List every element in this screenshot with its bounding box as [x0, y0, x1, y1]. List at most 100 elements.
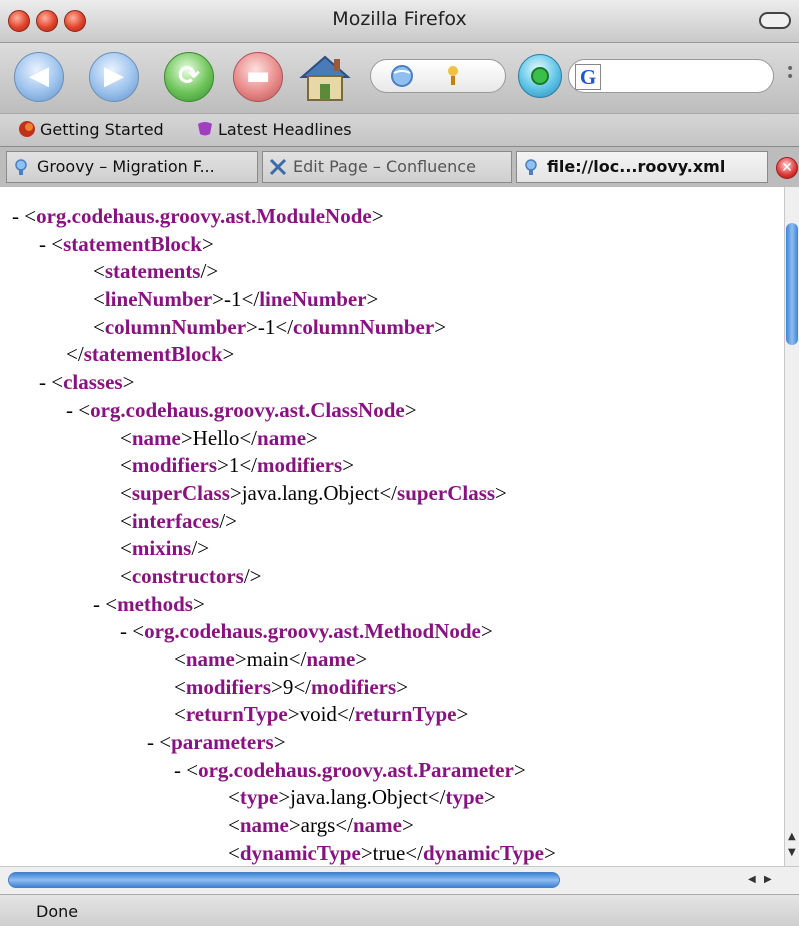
- xml-text: <: [228, 813, 240, 838]
- xml-line[interactable]: - <org.codehaus.groovy.ast.ClassNode>: [0, 397, 784, 425]
- xml-text: <: [120, 536, 132, 561]
- xml-tree: - <org.codehaus.groovy.ast.ModuleNode> - …: [0, 187, 784, 866]
- scroll-left-arrow-icon[interactable]: ◀: [748, 874, 756, 885]
- stop-button[interactable]: ▬: [233, 52, 283, 102]
- xml-line: <name>Hello</name>: [0, 425, 784, 453]
- xml-tag-name: statements: [104, 259, 201, 284]
- reload-button[interactable]: ⟳: [164, 52, 214, 102]
- tab-edit-page-confluence[interactable]: Edit Page – Confluence: [262, 151, 512, 183]
- xml-text: >: [495, 480, 507, 505]
- search-box[interactable]: G: [568, 59, 774, 93]
- bookmark-latest-headlines[interactable]: Latest Headlines: [196, 120, 352, 139]
- xml-tag-name: superClass: [131, 480, 230, 505]
- xml-line[interactable]: - <parameters>: [0, 729, 784, 757]
- search-engine-icon[interactable]: G: [575, 64, 601, 90]
- xml-line: <statements/>: [0, 258, 784, 286]
- xml-text: <: [186, 757, 199, 782]
- tab-groovy-migration[interactable]: Groovy – Migration F...: [6, 151, 258, 183]
- forward-button[interactable]: ▶: [89, 52, 139, 102]
- collapse-toggle[interactable]: -: [174, 758, 186, 782]
- scroll-up-arrow-icon[interactable]: ▲: [788, 831, 796, 842]
- xml-line: <superClass>java.lang.Object</superClass…: [0, 480, 784, 508]
- xml-tag-name: statementBlock: [83, 342, 223, 367]
- xml-line[interactable]: - <statementBlock>: [0, 231, 784, 259]
- tab-file-groovy-xml[interactable]: file://loc...roovy.xml: [516, 151, 768, 183]
- xml-tag-name: name: [185, 647, 235, 671]
- xml-text: >: [480, 619, 493, 644]
- collapse-toggle[interactable]: -: [39, 232, 51, 256]
- xml-line[interactable]: - <org.codehaus.groovy.ast.MethodNode>: [0, 618, 784, 646]
- xml-text: <: [159, 730, 172, 755]
- xml-text: >void</: [287, 702, 355, 727]
- horizontal-scroll-thumb[interactable]: [8, 872, 560, 888]
- home-button[interactable]: [296, 51, 354, 105]
- xml-text: <: [174, 674, 186, 699]
- xml-text: <: [93, 259, 105, 284]
- collapse-toggle[interactable]: -: [93, 592, 105, 616]
- collapse-toggle[interactable]: -: [66, 398, 78, 422]
- xml-line: <dynamicType>true</dynamicType>: [0, 840, 784, 866]
- xml-line: <modifiers>1</modifiers>: [0, 452, 784, 480]
- xml-text: />: [219, 508, 237, 533]
- xml-tag-name: lineNumber: [259, 287, 367, 312]
- xml-tag-name: classes: [63, 370, 123, 395]
- scroll-right-arrow-icon[interactable]: ▶: [764, 874, 772, 885]
- xml-line: <type>java.lang.Object</type>: [0, 784, 784, 812]
- xml-text: />: [243, 563, 262, 588]
- collapse-toggle[interactable]: -: [120, 619, 132, 643]
- tab-bar: Groovy – Migration F... Edit Page – Conf…: [0, 146, 799, 188]
- xml-text: >: [396, 674, 409, 699]
- close-tab-icon[interactable]: ✕: [776, 157, 798, 179]
- vertical-scroll-thumb[interactable]: [786, 223, 798, 345]
- xml-tag-name: org.codehaus.groovy.ast.MethodNode: [144, 619, 481, 644]
- xml-line[interactable]: - <org.codehaus.groovy.ast.ModuleNode>: [0, 203, 784, 231]
- xml-line: <interfaces/>: [0, 508, 784, 536]
- xml-text: <: [51, 231, 64, 256]
- xml-tag-name: columnNumber: [104, 314, 247, 339]
- xml-tag-name: returnType: [185, 702, 288, 727]
- toolbar-toggle-button[interactable]: [759, 12, 791, 29]
- xml-tag-name: statementBlock: [63, 231, 202, 256]
- status-text: Done: [36, 902, 79, 921]
- rss-icon: [198, 122, 212, 136]
- bookmark-label: Latest Headlines: [218, 120, 352, 139]
- xml-text: >: [401, 813, 414, 838]
- collapse-toggle[interactable]: -: [12, 204, 24, 228]
- xml-line[interactable]: - <methods>: [0, 591, 784, 619]
- url-bar[interactable]: [370, 59, 506, 93]
- xml-tag-name: parameters: [171, 730, 274, 755]
- xml-tag-name: mixins: [131, 536, 192, 561]
- vertical-scrollbar[interactable]: ▲ ▼: [784, 187, 799, 866]
- collapse-toggle[interactable]: -: [147, 730, 159, 754]
- xml-text: >-1</: [212, 287, 260, 312]
- firefox-icon: [19, 121, 35, 137]
- xml-text: >: [273, 730, 286, 755]
- xml-text: >1</: [217, 453, 258, 478]
- xml-line: <constructors/>: [0, 563, 784, 591]
- xml-text: <: [120, 508, 132, 533]
- search-input[interactable]: [605, 64, 769, 90]
- xml-line[interactable]: - <org.codehaus.groovy.ast.Parameter>: [0, 757, 784, 785]
- xml-text: <: [120, 453, 132, 478]
- bookmarks-toolbar: Getting Started Latest Headlines: [0, 113, 799, 146]
- xml-line[interactable]: - <classes>: [0, 369, 784, 397]
- bookmark-label: Getting Started: [40, 120, 164, 139]
- scroll-down-arrow-icon[interactable]: ▼: [788, 847, 796, 858]
- horizontal-scrollbar[interactable]: ◀ ▶: [0, 866, 799, 894]
- xml-tag-name: returnType: [354, 702, 457, 727]
- forward-arrow-icon: ▶: [104, 61, 124, 91]
- xml-tag-name: constructors: [131, 563, 244, 588]
- go-button[interactable]: [518, 54, 562, 98]
- xml-tag-name: type: [239, 785, 279, 810]
- xml-text: >-1</: [246, 314, 294, 339]
- back-button[interactable]: ◀: [14, 52, 64, 102]
- xml-text: >java.lang.Object</: [278, 785, 446, 810]
- xml-line: <lineNumber>-1</lineNumber>: [0, 286, 784, 314]
- bookmark-getting-started[interactable]: Getting Started: [18, 120, 164, 139]
- xml-text: <: [120, 480, 132, 505]
- xml-line: <name>args</name>: [0, 812, 784, 840]
- xml-text: >: [122, 370, 135, 395]
- collapse-toggle[interactable]: -: [39, 370, 51, 394]
- xml-tag-name: lineNumber: [104, 287, 213, 312]
- xml-text: >: [366, 287, 379, 312]
